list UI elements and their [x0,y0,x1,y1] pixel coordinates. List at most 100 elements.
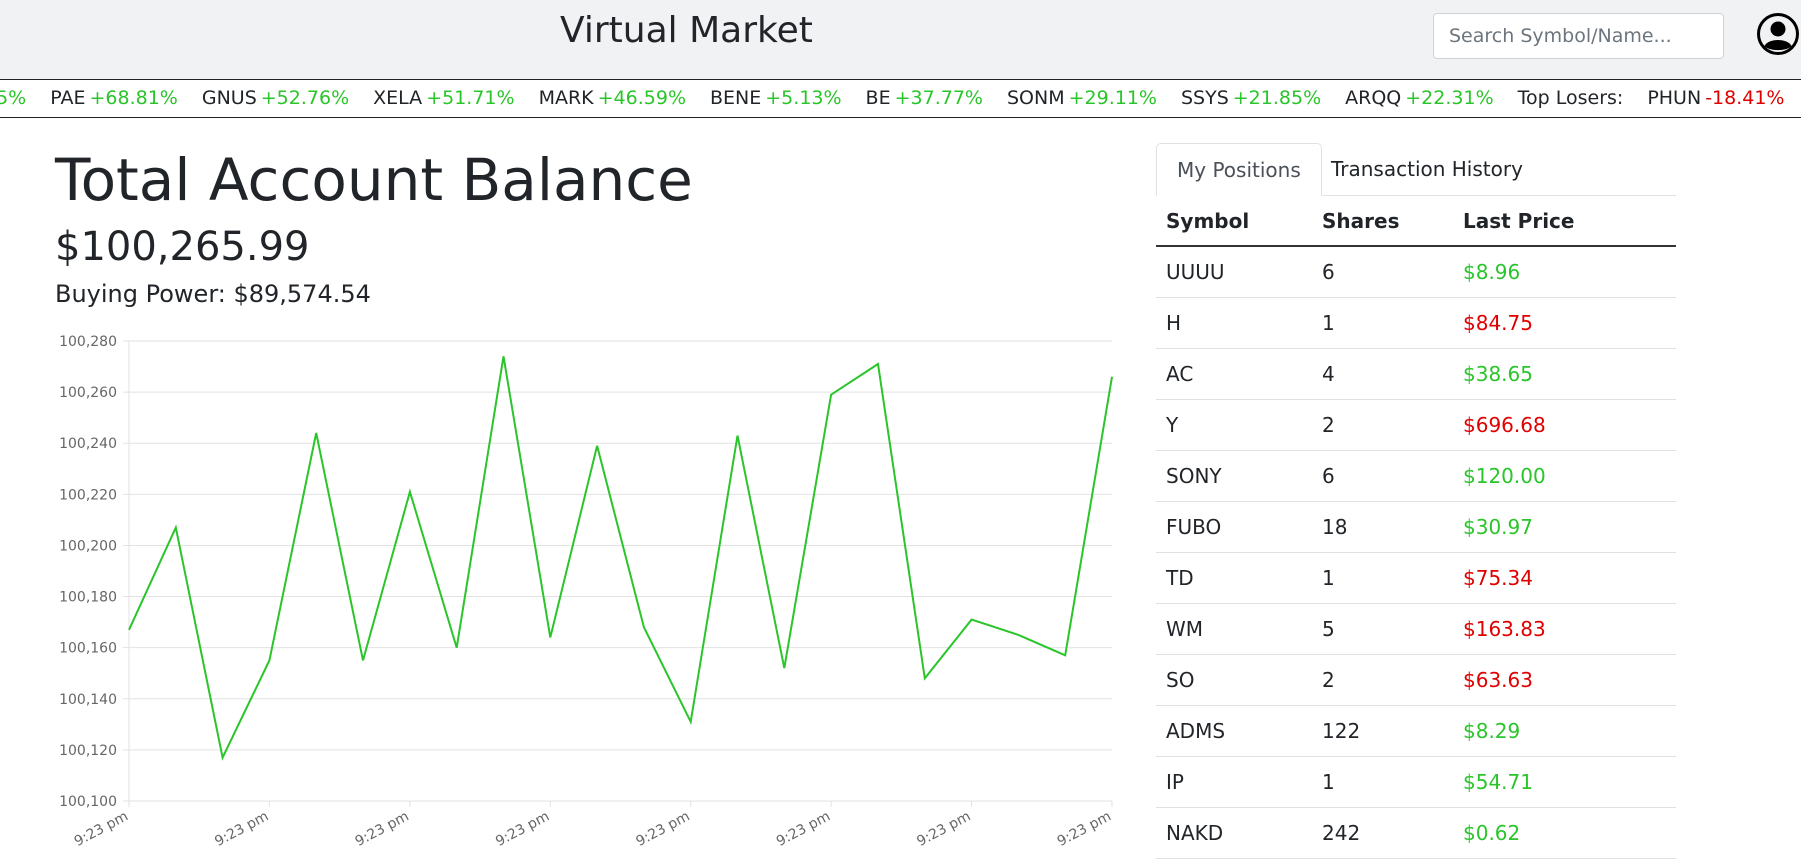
balance-line-chart: 100,100 100,120 100,140 100,160 100,180 100,2… [59,334,1114,850]
ticker-symbol: XELA [373,87,423,109]
y-tick-label: 100,240 [59,436,117,452]
x-tick-label: 9:23 pm [774,808,833,850]
ticker-change: +51.71% [426,87,515,109]
position-symbol: AC [1156,348,1312,400]
ticker-change: +52.76% [260,87,350,109]
table-row[interactable]: WM 5 $163.83 [1156,603,1676,655]
position-shares: 242 [1312,807,1453,859]
position-shares: 5 [1312,603,1453,655]
positions-tabs: My Positions Transaction History [1156,143,1676,196]
tab-my-positions[interactable]: My Positions [1156,143,1322,196]
ticker-symbol: BENE [710,87,762,109]
column-header-symbol[interactable]: Symbol [1156,196,1312,247]
positions-table: Symbol Shares Last Price UUUU 6 $8.96 H 1 $84… [1156,196,1676,859]
position-symbol: ADMS [1156,705,1312,757]
position-last-price: $75.34 [1453,552,1676,604]
user-avatar-button[interactable] [1756,12,1801,60]
buying-power: Buying Power: $89,574.54 [55,280,371,308]
position-symbol: FUBO [1156,501,1312,553]
ticker-item[interactable]: XELA +51.71% [373,80,514,117]
ticker-change: +46.59% [597,87,686,109]
ticker-item[interactable]: PHUN -18.41% [1647,80,1784,117]
tab-transaction-history[interactable]: Transaction History [1311,143,1543,195]
account-balance-title: Total Account Balance [55,146,693,214]
table-row[interactable]: SONY 6 $120.00 [1156,450,1676,502]
ticker-change: -18.41% [1705,87,1785,109]
y-tick-label: 100,180 [59,590,117,606]
table-header-row: Symbol Shares Last Price [1156,196,1676,247]
position-last-price: $63.63 [1453,654,1676,706]
account-balance-value: $100,265.99 [55,224,310,270]
app-title[interactable]: Virtual Market [560,10,813,51]
position-symbol: SONY [1156,450,1312,502]
table-row[interactable]: FUBO 18 $30.97 [1156,501,1676,553]
top-navbar: Virtual Market [0,0,1801,80]
ticker-symbol: MARK [538,87,594,109]
ticker-item[interactable]: PAE +68.81% [50,80,178,117]
y-tick-label: 100,100 [59,794,117,810]
position-symbol: H [1156,297,1312,349]
position-last-price: $30.97 [1453,501,1676,553]
ticker-change: +37.77% [894,87,983,109]
position-shares: 2 [1312,399,1453,451]
balance-series-line [128,356,1113,761]
ticker-symbol: BE [865,87,891,109]
table-row[interactable]: Y 2 $696.68 [1156,399,1676,451]
table-row[interactable]: UUUU 6 $8.96 [1156,246,1676,298]
position-last-price: $163.83 [1453,603,1676,655]
ticker-symbol: SSYS [1180,87,1229,109]
position-last-price: $84.75 [1453,297,1676,349]
y-tick-label: 100,140 [59,692,117,708]
ticker-change: +68.81% [89,87,178,109]
table-row[interactable]: TD 1 $75.34 [1156,552,1676,604]
ticker-item[interactable]: ARQQ +22.31% [1345,80,1493,117]
position-shares: 1 [1312,297,1453,349]
y-tick-label: 100,120 [59,743,117,759]
ticker-change: +22.31% [1405,87,1494,109]
ticker-change: +29.11% [1068,87,1157,109]
column-header-last-price[interactable]: Last Price [1453,196,1676,247]
y-tick-label: 100,160 [59,641,117,657]
position-shares: 122 [1312,705,1453,757]
position-symbol: Y [1156,399,1312,451]
position-symbol: SO [1156,654,1312,706]
x-tick-label: 9:23 pm [914,808,973,850]
table-row[interactable]: AC 4 $38.65 [1156,348,1676,400]
y-tick-label: 100,200 [59,538,117,554]
ticker-item[interactable]: SONM +29.11% [1007,80,1157,117]
x-tick-label: 9:23 pm [1055,808,1114,850]
x-tick-label: 9:23 pm [633,808,692,850]
ticker-item[interactable]: GNUS +52.76% [202,80,349,117]
position-last-price: $0.62 [1453,807,1676,859]
position-last-price: $38.65 [1453,348,1676,400]
column-header-shares[interactable]: Shares [1312,196,1453,247]
position-last-price: $696.68 [1453,399,1676,451]
ticker-symbol: ARQQ [1345,87,1402,109]
ticker-item[interactable]: SSYS +21.85% [1181,80,1321,117]
x-tick-label: 9:23 pm [212,808,271,850]
ticker-item[interactable]: BENE +5.13% [710,80,842,117]
x-tick-label: 9:23 pm [493,808,552,850]
ticker-change: +5.13% [765,87,842,109]
table-row[interactable]: ADMS 122 $8.29 [1156,705,1676,757]
y-tick-label: 100,220 [59,487,117,503]
ticker-item[interactable]: BE +37.77% [866,80,983,117]
position-symbol: UUUU [1156,246,1312,298]
table-row[interactable]: SO 2 $63.63 [1156,654,1676,706]
table-row[interactable]: IP 1 $54.71 [1156,756,1676,808]
y-tick-label: 100,260 [59,385,117,401]
top-losers-label: Top Losers: [1517,87,1624,109]
ticker-item[interactable]: 15% [0,80,26,117]
ticker-symbol: PAE [50,87,86,109]
ticker-symbol: PHUN [1647,87,1702,109]
table-row[interactable]: H 1 $84.75 [1156,297,1676,349]
position-shares: 4 [1312,348,1453,400]
ticker-change: 15% [0,87,27,109]
search-input[interactable] [1433,13,1724,59]
x-tick-label: 9:23 pm [353,808,412,850]
table-row[interactable]: NAKD 242 $0.62 [1156,807,1676,859]
position-last-price: $120.00 [1453,450,1676,502]
ticker-item[interactable]: MARK +46.59% [539,80,686,117]
y-tick-label: 100,280 [59,334,117,350]
position-last-price: $54.71 [1453,756,1676,808]
